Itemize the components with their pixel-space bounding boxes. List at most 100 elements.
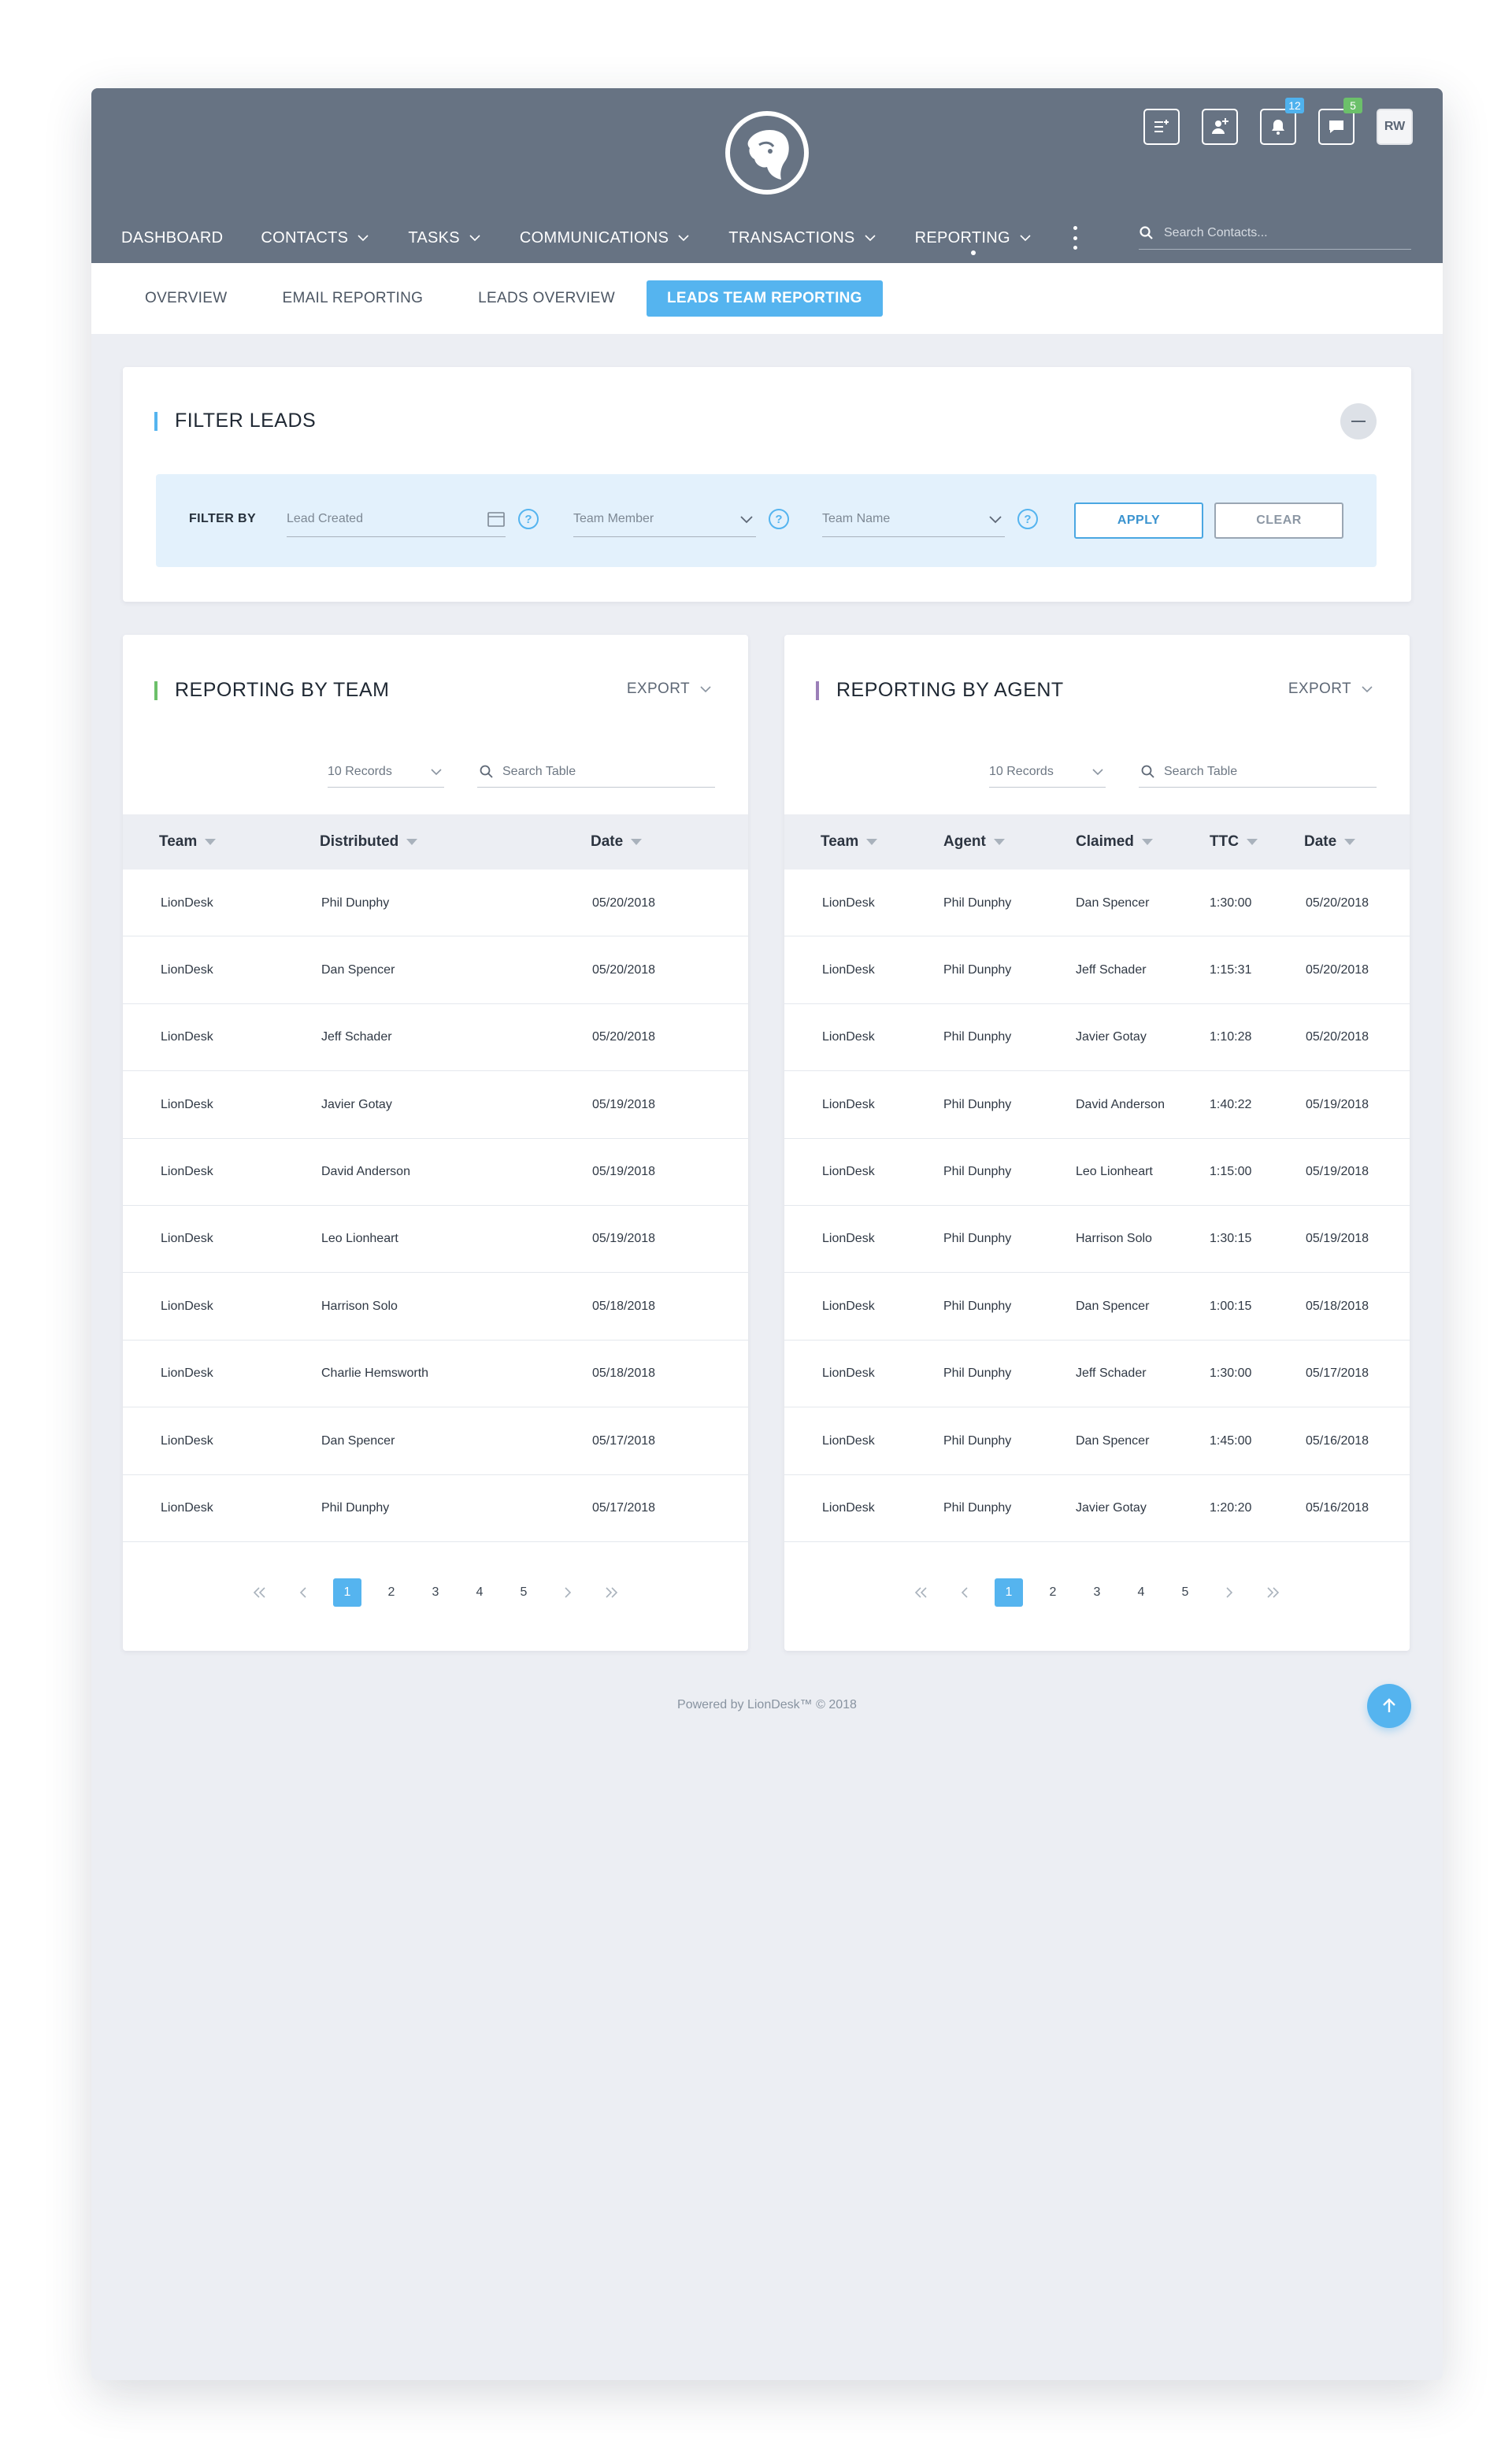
table-row[interactable]: LionDesk Phil Dunphy David Anderson 1:40:22…: [784, 1071, 1410, 1139]
date-cell: 05/17/2018: [1306, 1366, 1369, 1381]
sort-arrow-icon: [1344, 839, 1356, 845]
table-row[interactable]: LionDesk Phil Dunphy Javier Gotay 1:20:20 05…: [784, 1475, 1410, 1542]
team-records-select[interactable]: 10 Records: [328, 756, 444, 788]
team-cell: LionDesk: [161, 1366, 213, 1381]
nav-contacts-label: CONTACTS: [261, 228, 349, 247]
ttc-cell: 1:30:00: [1210, 896, 1252, 910]
table-row[interactable]: LionDesk Phil Dunphy Javier Gotay 1:10:28 05…: [784, 1004, 1410, 1072]
page-3-button[interactable]: 3: [421, 1578, 450, 1607]
last-page-button[interactable]: [598, 1578, 626, 1607]
agent-col-ttc-header[interactable]: TTC: [1210, 814, 1258, 870]
add-contact-button[interactable]: [1202, 109, 1238, 145]
next-page-button[interactable]: [554, 1578, 582, 1607]
table-row[interactable]: LionDesk Phil Dunphy Harrison Solo 1:30:15 0…: [784, 1206, 1410, 1274]
help-lead-created-icon[interactable]: ?: [518, 509, 539, 529]
sort-arrow-icon: [1246, 839, 1258, 845]
table-row[interactable]: LionDesk Leo Lionheart 05/19/2018: [123, 1206, 748, 1274]
agent-col-agent-header[interactable]: Agent: [943, 814, 1005, 870]
page-5-button[interactable]: 5: [510, 1578, 538, 1607]
nav-tasks-label: TASKS: [408, 228, 460, 247]
task-list-plus-icon: [1154, 120, 1169, 132]
team-search-input[interactable]: [502, 764, 699, 779]
subnav-overview[interactable]: OVERVIEW: [145, 290, 227, 307]
sort-arrow-icon: [993, 839, 1005, 845]
page-3-button[interactable]: 3: [1083, 1578, 1111, 1607]
agent-col-claimed-header[interactable]: Claimed: [1076, 814, 1153, 870]
nav-communications[interactable]: COMMUNICATIONS: [520, 216, 691, 260]
agent-export-button[interactable]: EXPORT: [1288, 680, 1375, 698]
table-row[interactable]: LionDesk Phil Dunphy Jeff Schader 1:30:00 05…: [784, 1341, 1410, 1408]
team-export-button[interactable]: EXPORT: [627, 680, 713, 698]
table-row[interactable]: LionDesk Charlie Hemsworth 05/18/2018: [123, 1341, 748, 1408]
team-cell: LionDesk: [161, 962, 213, 977]
next-page-button[interactable]: [1215, 1578, 1243, 1607]
page-4-button[interactable]: 4: [1127, 1578, 1155, 1607]
lead-created-field[interactable]: Lead Created: [287, 501, 506, 537]
scroll-to-top-button[interactable]: [1367, 1684, 1411, 1728]
help-team-name-icon[interactable]: ?: [1017, 509, 1038, 529]
sort-arrow-icon: [406, 839, 418, 845]
team-col-date-header[interactable]: Date: [591, 814, 643, 870]
team-col-distributed-header[interactable]: Distributed: [320, 814, 418, 870]
agent-col-date-header[interactable]: Date: [1304, 814, 1356, 870]
add-task-button[interactable]: [1143, 109, 1180, 145]
table-row[interactable]: LionDesk David Anderson 05/19/2018: [123, 1139, 748, 1206]
nav-contacts[interactable]: CONTACTS: [261, 216, 370, 260]
table-row[interactable]: LionDesk Javier Gotay 05/19/2018: [123, 1071, 748, 1139]
agent-records-select[interactable]: 10 Records: [989, 756, 1106, 788]
prev-page-button[interactable]: [951, 1578, 979, 1607]
user-avatar[interactable]: RW: [1377, 109, 1413, 145]
table-row[interactable]: LionDesk Phil Dunphy Dan Spencer 1:30:00 05/…: [784, 870, 1410, 937]
table-row[interactable]: LionDesk Phil Dunphy Dan Spencer 1:00:15 05/…: [784, 1273, 1410, 1341]
nav-tasks[interactable]: TASKS: [408, 216, 482, 260]
search-contacts-input[interactable]: [1164, 225, 1400, 240]
table-row[interactable]: LionDesk Dan Spencer 05/20/2018: [123, 936, 748, 1004]
first-page-button[interactable]: [245, 1578, 273, 1607]
table-row[interactable]: LionDesk Jeff Schader 05/20/2018: [123, 1004, 748, 1072]
messages-button[interactable]: 5: [1318, 98, 1362, 145]
table-row[interactable]: LionDesk Phil Dunphy Leo Lionheart 1:15:00 0…: [784, 1139, 1410, 1206]
first-page-button[interactable]: [906, 1578, 935, 1607]
team-member-select[interactable]: Team Member: [573, 501, 756, 537]
table-row[interactable]: LionDesk Phil Dunphy Dan Spencer 1:45:00 05/…: [784, 1407, 1410, 1475]
subnav-leads-overview[interactable]: LEADS OVERVIEW: [478, 290, 615, 307]
table-row[interactable]: LionDesk Phil Dunphy 05/20/2018: [123, 870, 748, 937]
liondesk-logo-icon[interactable]: [724, 110, 810, 195]
table-row[interactable]: LionDesk Dan Spencer 05/17/2018: [123, 1407, 748, 1475]
nav-transactions[interactable]: TRANSACTIONS: [728, 216, 876, 260]
subnav-leads-team-reporting[interactable]: LEADS TEAM REPORTING: [647, 280, 883, 317]
reporting-by-agent-card: REPORTING BY AGENT EXPORT 10 Records Tea…: [784, 635, 1410, 1651]
table-row[interactable]: LionDesk Phil Dunphy Jeff Schader 1:15:31 05…: [784, 936, 1410, 1004]
apply-button[interactable]: APPLY: [1074, 502, 1203, 539]
last-page-button[interactable]: [1259, 1578, 1288, 1607]
collapse-button[interactable]: [1340, 403, 1377, 439]
table-row[interactable]: LionDesk Harrison Solo 05/18/2018: [123, 1273, 748, 1341]
team-col-team-header[interactable]: Team: [159, 814, 217, 870]
help-team-member-icon[interactable]: ?: [769, 509, 789, 529]
page-5-button[interactable]: 5: [1171, 1578, 1199, 1607]
nav-dashboard[interactable]: DASHBOARD: [121, 216, 223, 260]
distributed-cell: Phil Dunphy: [321, 896, 390, 910]
page-1-button[interactable]: 1: [333, 1578, 361, 1607]
prev-page-button[interactable]: [289, 1578, 317, 1607]
notifications-button[interactable]: 12: [1260, 98, 1304, 145]
date-cell: 05/20/2018: [592, 896, 656, 910]
calendar-icon[interactable]: [487, 510, 506, 528]
page-4-button[interactable]: 4: [465, 1578, 494, 1607]
page-2-button[interactable]: 2: [377, 1578, 406, 1607]
team-cell: LionDesk: [822, 962, 875, 977]
nav-reporting[interactable]: REPORTING: [915, 216, 1032, 260]
title-accent-bar: [154, 411, 158, 431]
more-menu-icon[interactable]: [1073, 226, 1078, 250]
page-2-button[interactable]: 2: [1039, 1578, 1067, 1607]
clear-button[interactable]: CLEAR: [1214, 502, 1343, 539]
claimed-cell: Jeff Schader: [1076, 1366, 1147, 1381]
agent-col-team-header[interactable]: Team: [821, 814, 878, 870]
table-row[interactable]: LionDesk Phil Dunphy 05/17/2018: [123, 1475, 748, 1542]
double-chevron-left-icon: [253, 1587, 265, 1598]
page-1-button[interactable]: 1: [995, 1578, 1023, 1607]
team-name-select[interactable]: Team Name: [822, 501, 1005, 537]
agent-search-input[interactable]: [1164, 764, 1361, 779]
subnav-email-reporting[interactable]: EMAIL REPORTING: [282, 290, 423, 307]
chevron-down-icon: [865, 235, 876, 242]
